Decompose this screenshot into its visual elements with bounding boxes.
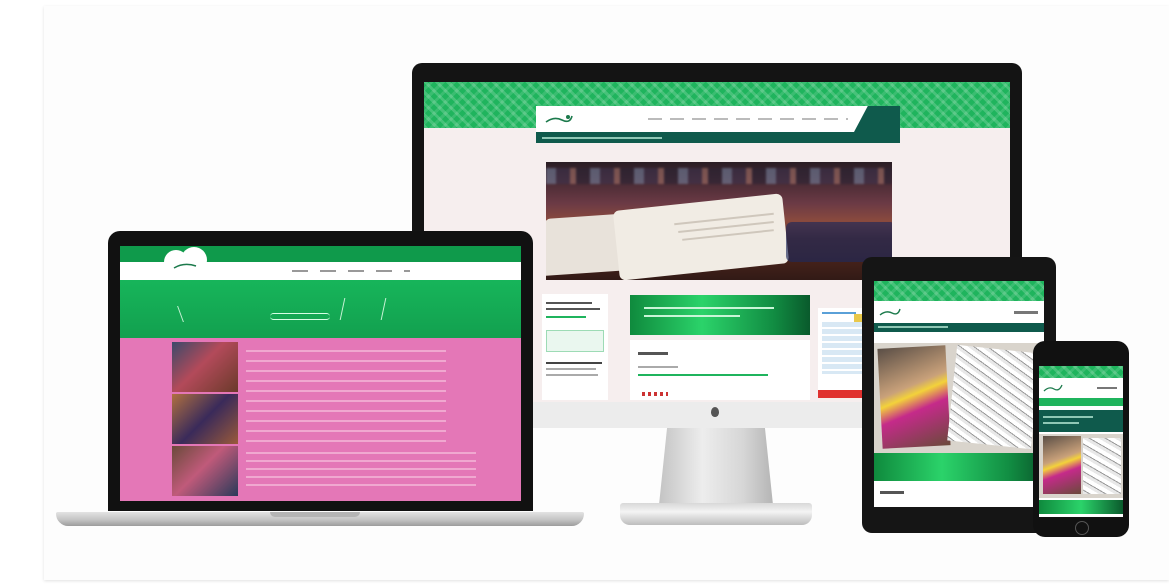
left-col-line bbox=[546, 368, 596, 370]
tablet-screen bbox=[874, 281, 1044, 507]
monitor-nav-lines bbox=[648, 118, 848, 120]
article-heading-line bbox=[638, 352, 668, 355]
left-col-line bbox=[546, 374, 598, 376]
monitor-stand-base bbox=[620, 503, 812, 525]
bird-logo-icon bbox=[545, 115, 573, 123]
left-col-line bbox=[546, 308, 600, 310]
book-cover-dark bbox=[786, 222, 892, 262]
phone-green-banner bbox=[1039, 500, 1123, 514]
monitor-banner-bar bbox=[536, 132, 900, 143]
laptop-green-header bbox=[120, 280, 521, 338]
laptop-script-underline bbox=[270, 313, 330, 320]
article-line bbox=[638, 366, 678, 368]
phone-photo-pattern bbox=[1083, 438, 1121, 494]
bird-logo-icon bbox=[879, 308, 901, 316]
tablet-header-band bbox=[874, 281, 1044, 301]
monitor-site-header bbox=[536, 106, 900, 132]
monitor-calendar-widget bbox=[818, 308, 868, 392]
tablet-photo-pattern bbox=[947, 344, 1041, 450]
phone-menu-line[interactable] bbox=[1097, 387, 1117, 389]
laptop-photo-3 bbox=[172, 446, 238, 496]
phone-banner-line bbox=[1043, 422, 1079, 424]
laptop-doodle bbox=[177, 306, 214, 322]
tablet-banner-bar bbox=[874, 323, 1044, 332]
phone-home-button[interactable] bbox=[1075, 521, 1089, 535]
apple-logo-icon bbox=[711, 407, 719, 417]
left-col-box bbox=[546, 330, 604, 352]
phone-hero-image bbox=[1039, 434, 1123, 498]
article-link-line[interactable] bbox=[638, 374, 768, 376]
monitor-red-bar bbox=[818, 390, 868, 398]
monitor-stand bbox=[658, 428, 774, 506]
phone-site-header bbox=[1039, 378, 1123, 398]
bird-logo-icon bbox=[1043, 384, 1063, 392]
tablet-hero-image bbox=[874, 343, 1044, 453]
left-col-line bbox=[546, 362, 602, 364]
left-col-line bbox=[546, 316, 586, 318]
hero-bokeh bbox=[546, 168, 892, 184]
laptop-doodle bbox=[339, 298, 387, 320]
phone-photo-girl bbox=[1043, 436, 1081, 494]
calendar-icon bbox=[822, 322, 862, 374]
laptop-text-lines bbox=[246, 452, 476, 492]
monitor-left-column bbox=[542, 294, 608, 400]
article-dots bbox=[642, 392, 668, 396]
monitor-green-banner bbox=[630, 295, 810, 335]
laptop-notch bbox=[270, 512, 360, 517]
tablet-site-header bbox=[874, 301, 1044, 323]
phone-banner-line bbox=[1043, 416, 1093, 418]
laptop-photo-1 bbox=[172, 342, 238, 392]
tablet-section-line bbox=[880, 491, 904, 494]
phone-header-band bbox=[1039, 366, 1123, 378]
green-banner-line bbox=[644, 307, 774, 309]
monitor-banner-line bbox=[542, 137, 662, 139]
green-banner-line bbox=[644, 315, 740, 317]
laptop-nav-lines bbox=[292, 270, 410, 272]
tablet-menu-line[interactable] bbox=[1014, 311, 1038, 314]
phone-green-strip bbox=[1039, 398, 1123, 406]
laptop-screen bbox=[120, 246, 521, 501]
tablet-banner-line bbox=[878, 326, 948, 328]
tablet-photo-girl bbox=[877, 345, 951, 449]
calendar-title-line bbox=[822, 312, 856, 314]
left-col-line bbox=[546, 302, 592, 304]
laptop-photo-2 bbox=[172, 394, 238, 444]
monitor-article bbox=[630, 340, 810, 400]
phone-screen bbox=[1039, 366, 1123, 517]
tablet-green-banner bbox=[874, 453, 1044, 481]
laptop-text-lines bbox=[246, 350, 446, 450]
phone-banner-bar bbox=[1039, 410, 1123, 432]
monitor-hero-image bbox=[546, 162, 892, 280]
